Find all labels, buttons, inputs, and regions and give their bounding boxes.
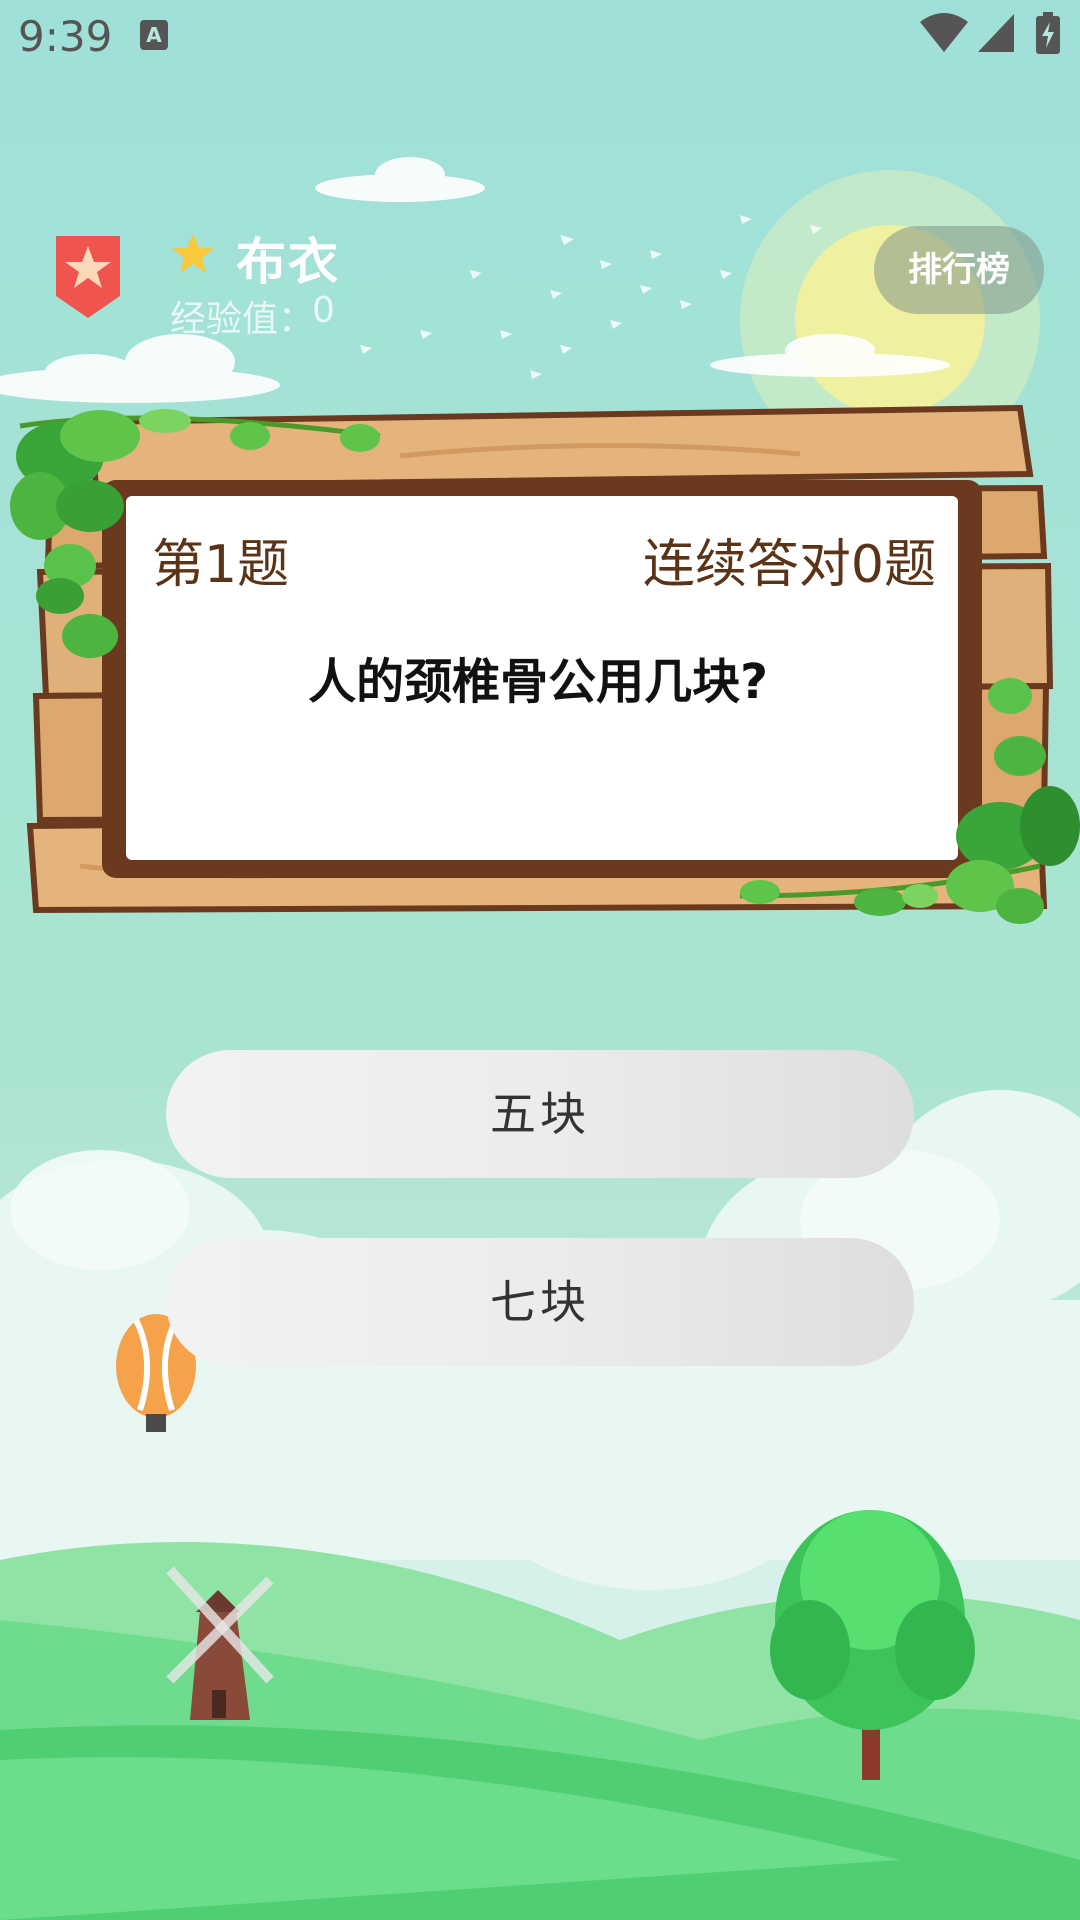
question-text: 人的颈椎骨公用几块? xyxy=(308,654,768,710)
experience-value: 0 xyxy=(312,290,335,331)
battery-icon xyxy=(1036,12,1060,54)
level-badge-icon xyxy=(56,236,120,318)
status-time: 9:39 xyxy=(18,12,113,61)
question-card: 第1题 连续答对0题 人的颈椎骨公用几块? xyxy=(110,490,966,872)
screen: 9:39 A 布衣 经验值： 0 排行榜 第1题 连续答对0题 人的颈椎骨公用几… xyxy=(0,0,1080,1920)
star-icon xyxy=(172,234,214,273)
question-number: 第1题 xyxy=(152,535,290,595)
leaderboard-button[interactable]: 排行榜 xyxy=(874,226,1044,314)
wifi-icon xyxy=(920,13,968,52)
a-icon: A xyxy=(140,20,168,50)
status-bar: 9:39 A xyxy=(0,0,1080,72)
correct-streak: 连续答对0题 xyxy=(642,535,936,595)
experience-label: 经验值： xyxy=(170,299,315,340)
user-name: 布衣 xyxy=(236,233,340,291)
answer-option-1[interactable]: 五块 xyxy=(166,1050,914,1178)
signal-icon xyxy=(978,14,1014,52)
answer-option-2[interactable]: 七块 xyxy=(166,1238,914,1366)
